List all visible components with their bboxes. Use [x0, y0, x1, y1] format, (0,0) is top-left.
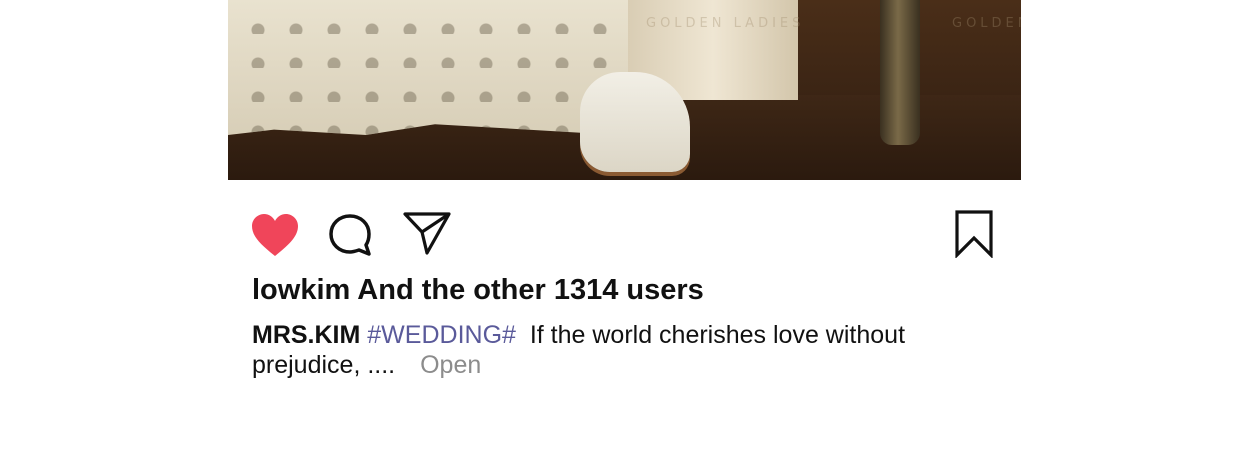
bookmark-button[interactable] — [954, 210, 994, 259]
photo-shoe — [580, 72, 690, 172]
caption-username[interactable]: MRS.KIM — [252, 321, 360, 349]
bookmark-icon — [955, 210, 993, 259]
open-more-link[interactable]: Open — [420, 351, 481, 379]
post-card: GOLDEN LADIES GOLDEN lowkim And the oth — [0, 0, 1250, 476]
photo-watermark: GOLDEN — [952, 16, 1021, 31]
likes-count[interactable]: lowkim And the other 1314 users — [252, 274, 704, 307]
comment-button[interactable] — [328, 212, 374, 258]
heart-icon — [252, 214, 298, 256]
photo-chair-leg — [880, 0, 920, 145]
photo-watermark: GOLDEN LADIES — [646, 16, 805, 31]
caption-hashtag[interactable]: #WEDDING# — [367, 321, 516, 349]
send-icon — [403, 212, 451, 255]
post-photo[interactable]: GOLDEN LADIES GOLDEN — [228, 0, 1021, 180]
comment-bubble-icon — [329, 214, 371, 256]
post-caption: MRS.KIM #WEDDING# If the world cherishes… — [252, 320, 952, 380]
like-button[interactable] — [250, 212, 300, 258]
share-button[interactable] — [402, 210, 452, 256]
